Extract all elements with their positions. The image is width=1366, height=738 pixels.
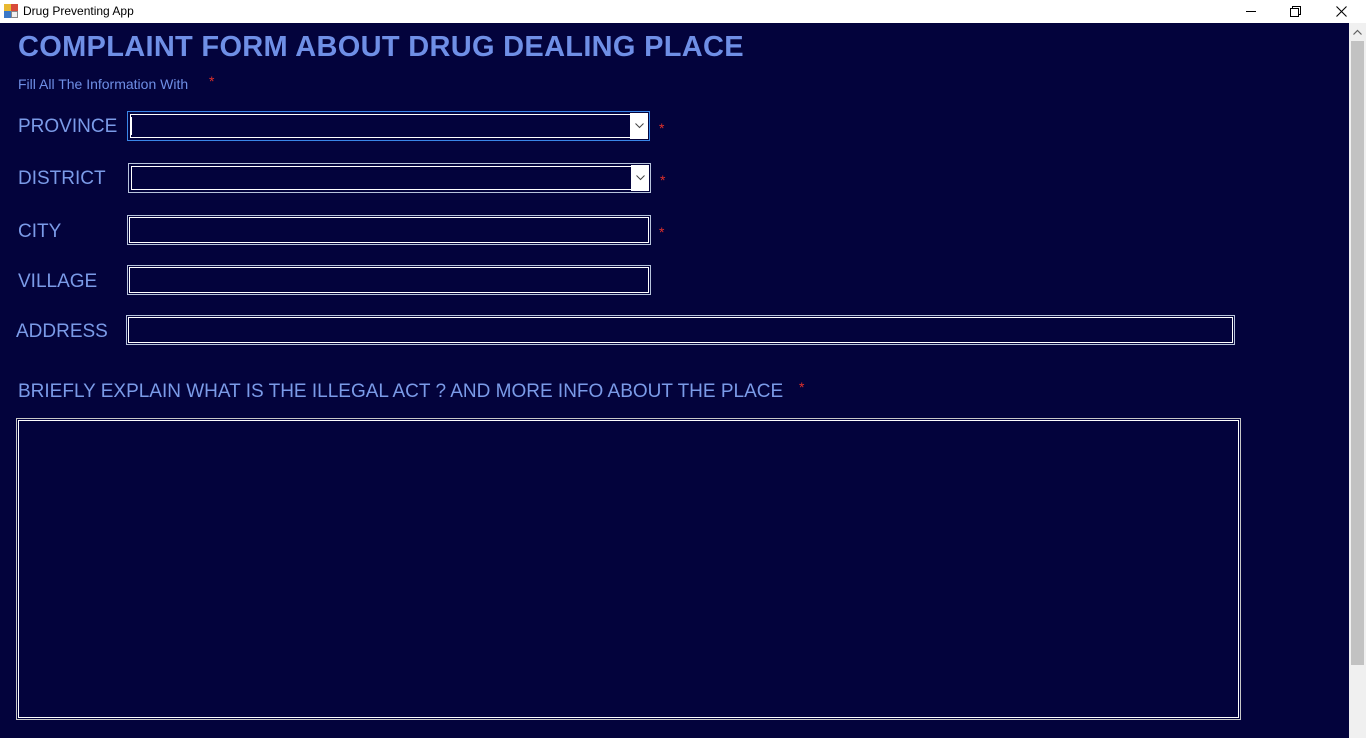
minimize-icon — [1246, 11, 1256, 12]
address-label: ADDRESS — [16, 321, 108, 342]
vertical-scrollbar[interactable] — [1349, 23, 1366, 738]
province-dropdown[interactable] — [127, 111, 650, 141]
city-label: CITY — [18, 221, 62, 242]
village-label: VILLAGE — [18, 271, 98, 292]
required-mark: * — [209, 73, 215, 89]
district-label: DISTRICT — [18, 168, 106, 189]
village-input[interactable] — [127, 265, 651, 295]
app-icon — [4, 4, 18, 18]
restore-button[interactable] — [1272, 0, 1318, 22]
required-mark: * — [660, 172, 666, 188]
scrollbar-thumb[interactable] — [1351, 41, 1364, 665]
window-title: Drug Preventing App — [23, 4, 134, 18]
chevron-down-icon — [635, 175, 645, 181]
restore-icon — [1289, 5, 1301, 17]
required-mark: * — [659, 120, 665, 136]
province-label: PROVINCE — [18, 116, 118, 137]
title-bar: Drug Preventing App — [0, 0, 1366, 23]
scroll-up-button[interactable] — [1349, 23, 1366, 40]
city-input[interactable] — [127, 215, 651, 245]
close-icon — [1335, 5, 1347, 17]
explain-textarea[interactable] — [16, 418, 1241, 720]
address-input[interactable] — [126, 315, 1235, 345]
form-area: COMPLAINT FORM ABOUT DRUG DEALING PLACE … — [0, 23, 1366, 738]
chevron-up-icon — [1353, 29, 1362, 35]
minimize-button[interactable] — [1228, 0, 1274, 22]
explain-label: BRIEFLY EXPLAIN WHAT IS THE ILLEGAL ACT … — [18, 381, 784, 402]
form-title: COMPLAINT FORM ABOUT DRUG DEALING PLACE — [18, 31, 744, 63]
chevron-down-icon — [634, 123, 644, 129]
required-mark: * — [799, 379, 805, 395]
form-subtitle: Fill All The Information With — [18, 76, 189, 92]
close-button[interactable] — [1318, 0, 1364, 22]
text-caret — [131, 117, 132, 135]
province-dropdown-button[interactable] — [630, 113, 648, 139]
required-mark: * — [659, 224, 665, 240]
district-dropdown[interactable] — [128, 163, 651, 193]
district-dropdown-button[interactable] — [631, 165, 649, 191]
